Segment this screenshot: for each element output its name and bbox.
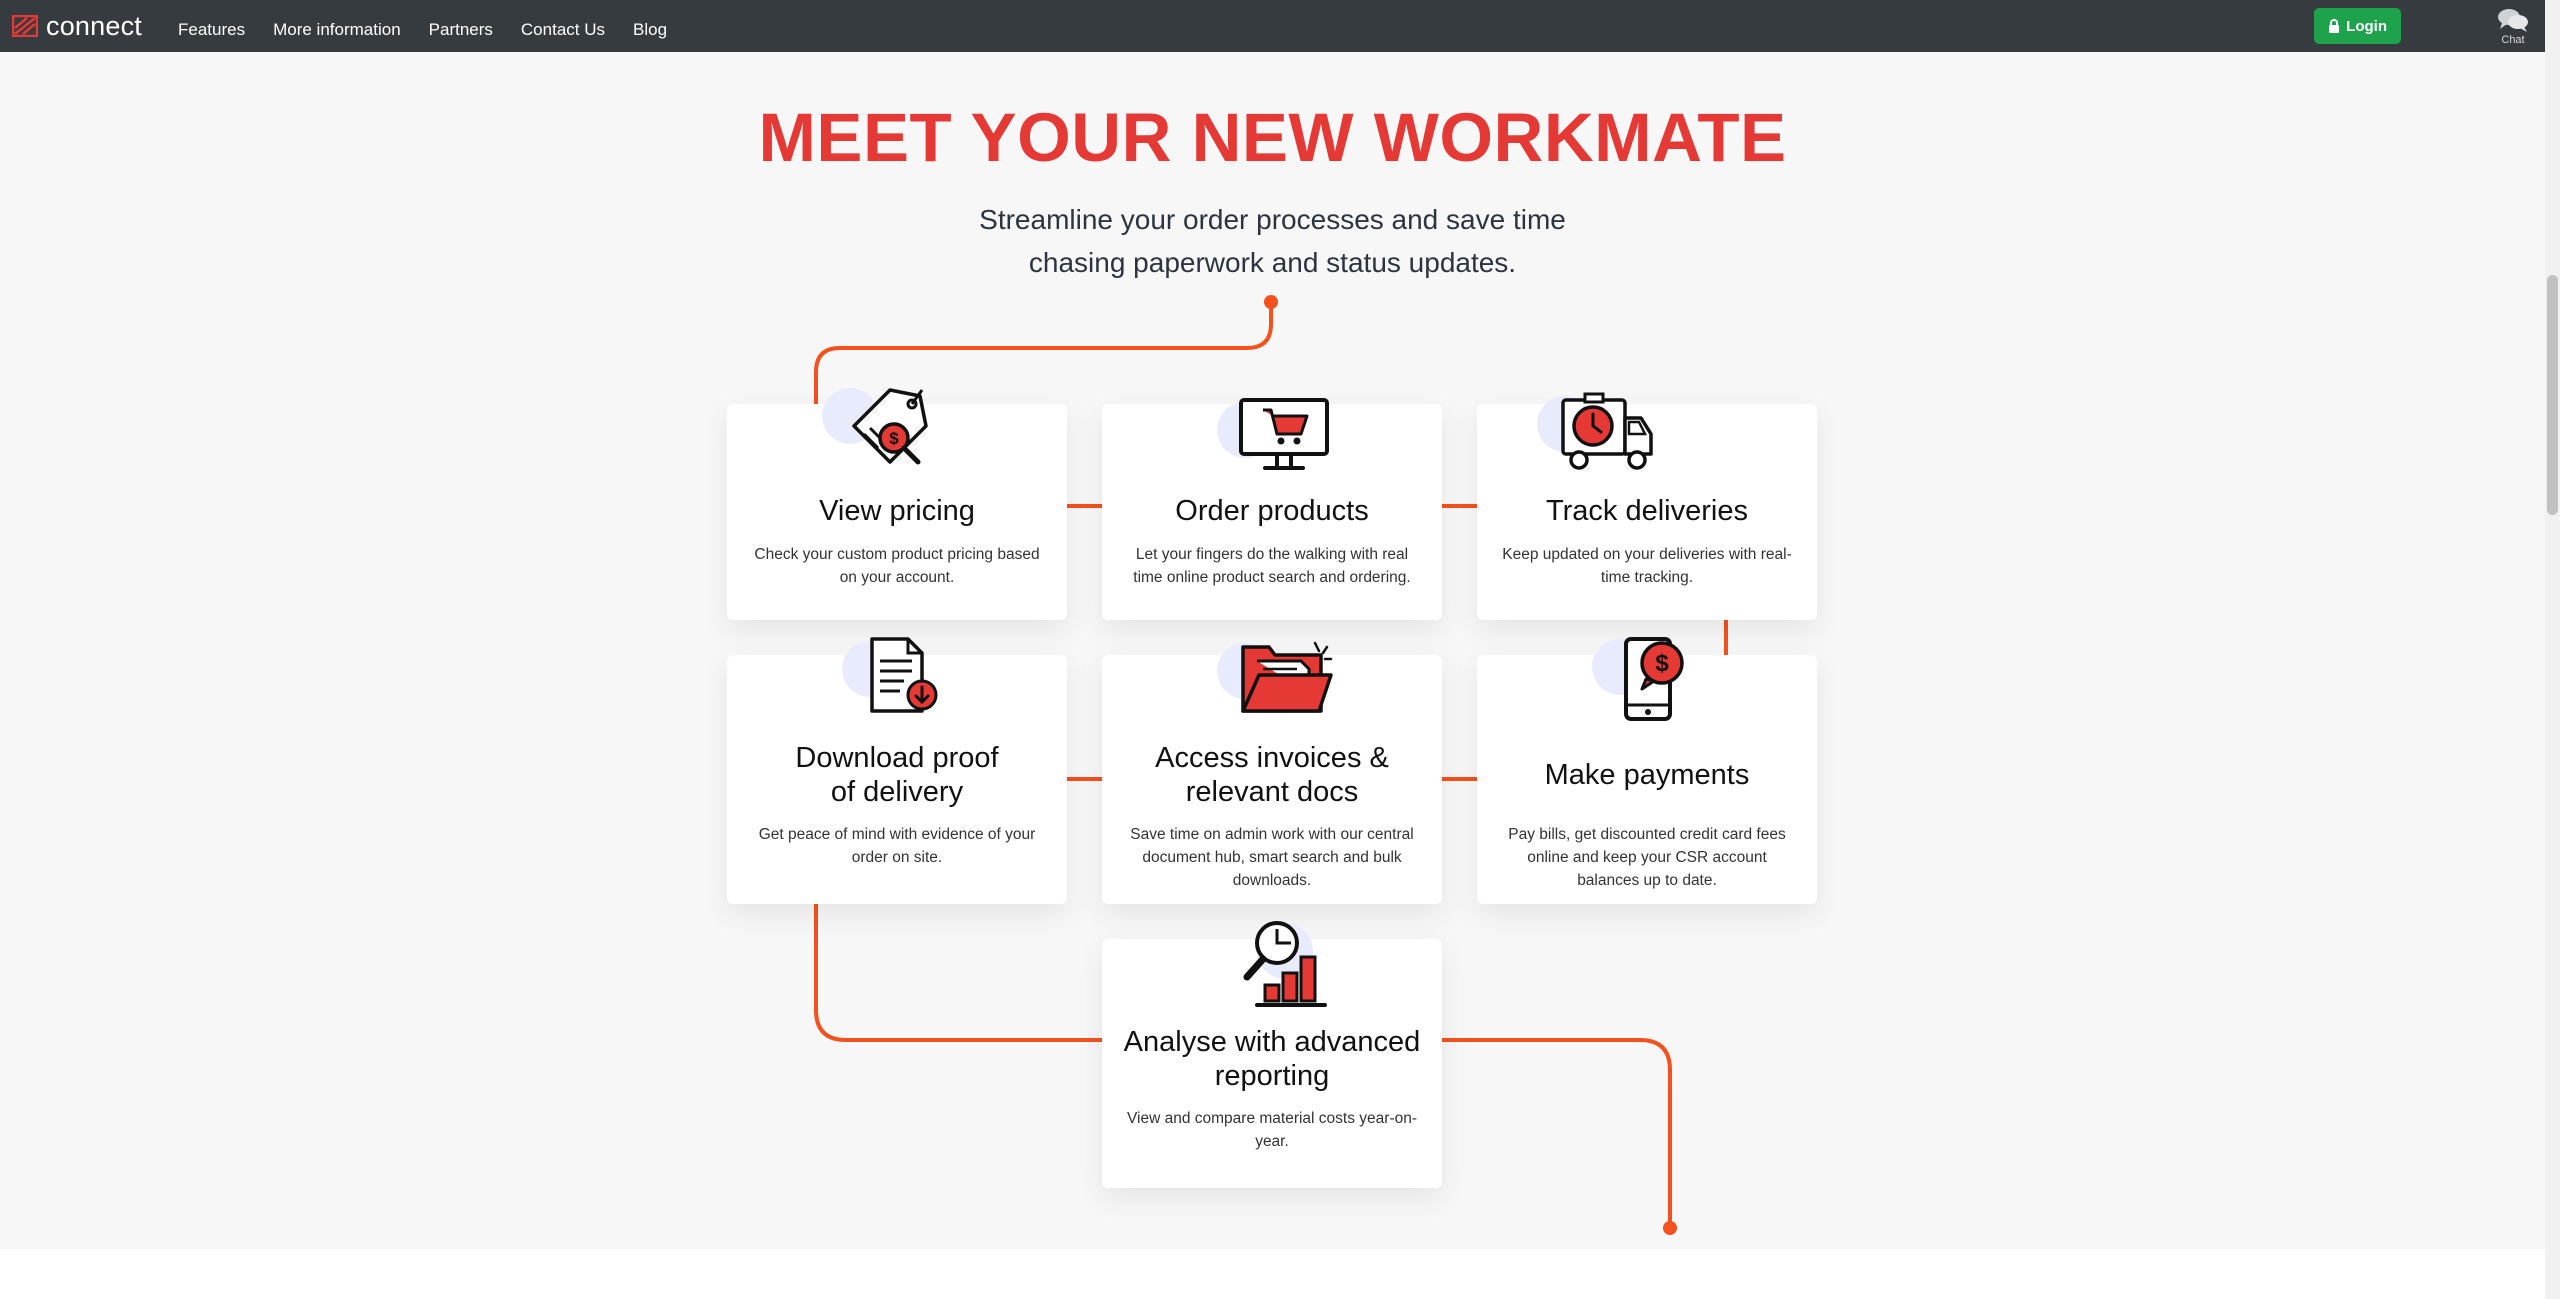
feature-title-line-1: Access invoices & <box>1155 742 1389 774</box>
feature-card-download-proof[interactable]: Download proof of delivery Get peace of … <box>727 637 1067 904</box>
chat-label: Chat <box>2501 33 2525 46</box>
delivery-truck-icon <box>1561 392 1653 470</box>
login-button[interactable]: Login <box>2314 8 2401 44</box>
feature-description: Let your fingers do the walking with rea… <box>1133 546 1411 586</box>
feature-title: Download proof of delivery <box>727 741 1067 809</box>
svg-text:$: $ <box>889 429 899 448</box>
feature-card-order-products[interactable]: Order products Let your fingers do the w… <box>1102 398 1442 620</box>
report-chart-icon <box>1243 921 1327 1007</box>
chat-bubbles-icon <box>2498 8 2528 32</box>
chat-button[interactable]: Chat <box>2481 2 2545 50</box>
folder-docs-icon <box>1241 641 1333 713</box>
feature-card-access-invoices[interactable]: Access invoices & relevant docs Save tim… <box>1102 641 1442 904</box>
feature-description: View and compare material costs year-on-… <box>1126 1110 1418 1150</box>
feature-title-line-1: Download proof <box>795 742 999 774</box>
feature-description: Save time on admin work with our central… <box>1130 826 1414 889</box>
nav-links: Features More information Partners Conta… <box>178 0 667 60</box>
connect-logo-icon <box>12 15 38 37</box>
view-pricing-icon-wrap: $ <box>822 382 932 474</box>
access-invoices-icon-wrap <box>1217 637 1333 729</box>
feature-card-analyse-reporting[interactable]: Analyse with advanced reporting View and… <box>1102 921 1442 1188</box>
brand-logo[interactable]: connect <box>12 10 142 41</box>
lock-icon <box>2329 19 2340 33</box>
feature-description: Pay bills, get discounted credit card fe… <box>1508 826 1786 889</box>
download-proof-icon-wrap <box>842 635 952 727</box>
feature-title-line-2: relevant docs <box>1185 776 1359 808</box>
nav-link-contact-us[interactable]: Contact Us <box>521 20 605 40</box>
feature-title: View pricing <box>819 495 975 527</box>
nav-link-partners[interactable]: Partners <box>429 20 493 40</box>
feature-card-track-deliveries[interactable]: Track deliveries Keep updated on your de… <box>1477 392 1817 620</box>
phone-payment-icon: $ <box>1624 637 1684 721</box>
feature-title-line-2: of delivery <box>830 776 964 808</box>
feature-title: Access invoices & relevant docs <box>1102 741 1442 809</box>
make-payments-icon-wrap: $ <box>1592 633 1702 725</box>
brand-name: connect <box>46 10 142 41</box>
nav-link-features[interactable]: Features <box>178 20 245 40</box>
feature-title: Make payments <box>1544 759 1750 791</box>
feature-card-view-pricing[interactable]: $ View pricing Check your custom product… <box>727 388 1067 620</box>
feature-title: Order products <box>1175 495 1369 527</box>
scrollbar-thumb[interactable] <box>2547 275 2558 515</box>
svg-text:$: $ <box>1655 650 1669 677</box>
top-nav: connect Features More information Partne… <box>0 0 2545 52</box>
pricing-tag-icon: $ <box>852 388 928 465</box>
feature-card-make-payments[interactable]: $ Make payments Pay bills, get discounte… <box>1477 637 1817 904</box>
nav-link-more-information[interactable]: More information <box>273 20 401 40</box>
login-label: Login <box>2346 17 2387 35</box>
feature-title: Track deliveries <box>1546 495 1748 527</box>
feature-title-line-1: Analyse with advanced <box>1123 1026 1421 1058</box>
feature-title-line-2: reporting <box>1214 1060 1330 1092</box>
feature-description: Get peace of mind with evidence of your … <box>758 826 1036 866</box>
analyse-reporting-icon-wrap <box>1217 917 1327 1009</box>
monitor-cart-icon <box>1239 398 1329 470</box>
page-scrollbar[interactable] <box>2545 0 2560 1299</box>
nav-link-blog[interactable]: Blog <box>633 20 667 40</box>
feature-title: Analyse with advanced reporting <box>1102 1025 1442 1093</box>
feature-description: Check your custom product pricing based … <box>754 546 1040 586</box>
track-deliveries-icon-wrap <box>1537 390 1653 482</box>
document-download-icon <box>870 637 938 713</box>
features-section: MEET YOUR NEW WORKMATE Streamline your o… <box>0 52 2545 1249</box>
next-section-band <box>0 1249 2545 1299</box>
feature-description: Keep updated on your deliveries with rea… <box>1502 546 1792 586</box>
order-products-icon-wrap <box>1217 396 1329 488</box>
